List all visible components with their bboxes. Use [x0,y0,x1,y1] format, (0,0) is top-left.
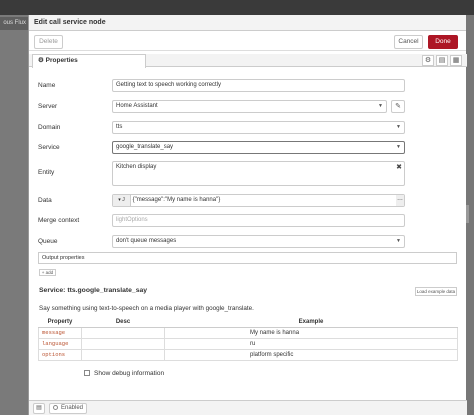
toggle-icon [52,404,58,410]
gear-icon[interactable]: ⚙ [422,55,434,66]
service-value: google_translate_say [116,144,174,150]
queue-value: don't queue messages [116,238,177,244]
debug-label: Show debug information [94,370,165,377]
merge-context-label: Merge context [38,217,80,224]
example-cell: My name is hanna [164,326,458,339]
chevron-down-icon: ▼ [378,103,383,109]
service-title: Service: tts.google_translate_say [39,287,148,294]
menu-button[interactable]: ▤ [33,403,45,414]
debug-checkbox[interactable] [84,370,90,377]
property-cell: language [38,337,82,350]
app-header [0,0,474,15]
table-row: options platform specific [38,348,458,361]
server-value: Home Assistant [116,103,158,109]
data-value: {"message":"My name is hanna"} [132,197,221,203]
workspace-background [0,15,28,415]
delete-button[interactable]: Delete [34,35,63,49]
data-label: Data [38,197,52,204]
type-select-icon[interactable]: ▾ J [113,195,131,206]
desc-cell [81,326,165,339]
dialog-toolbar: Delete Cancel Done [29,31,466,51]
entity-label: Entity [38,169,55,176]
dialog-footer: ▤ Enabled [29,400,467,415]
domain-select[interactable]: tts ▼ [112,121,405,134]
layout-icon[interactable]: ▦ [450,55,462,66]
properties-panel: Name Getting text to speech working corr… [29,69,467,382]
service-label: Service [38,144,60,151]
property-cell: message [38,326,82,339]
property-cell: options [38,348,82,361]
column-header: Example [164,317,458,328]
pencil-icon: ✎ [395,103,401,110]
server-label: Server [38,103,58,110]
debug-option[interactable]: Show debug information [84,370,164,377]
chevron-down-icon: ▼ [396,238,401,244]
menu-icon: ▤ [36,405,42,411]
merge-context-field[interactable]: lightOptions [112,214,405,227]
edit-node-dialog: Edit call service node Delete Cancel Don… [28,15,467,415]
dialog-title: Edit call service node [29,15,466,31]
table-row: message My name is hanna [38,326,458,339]
tab-bar: ⚙ Properties ⚙ ▤ ▦ [29,54,467,68]
expand-icon[interactable]: … [396,195,404,206]
service-table: Property Desc Example message My name is… [38,317,458,361]
domain-label: Domain [38,124,61,131]
close-icon[interactable]: ✖ [396,162,402,173]
queue-label: Queue [38,238,58,245]
entity-tag: Kitchen display [116,164,157,170]
queue-select[interactable]: don't queue messages ▼ [112,235,405,248]
workspace-tab[interactable]: ous Flux [0,17,28,30]
chevron-down-icon: ▼ [396,144,401,150]
load-example-button[interactable]: Load example data [415,287,457,296]
done-button[interactable]: Done [428,35,458,49]
chevron-down-icon: ▼ [396,124,401,130]
enabled-label: Enabled [60,405,84,411]
cancel-button[interactable]: Cancel [394,35,423,49]
output-properties-list[interactable]: Output properties [38,252,457,264]
tab-properties-label: Properties [45,57,78,64]
service-select[interactable]: google_translate_say ▼ [112,141,405,154]
column-header: Property [38,317,82,328]
entity-field[interactable]: Kitchen display ✖ [112,161,405,186]
data-field[interactable]: ▾ J {"message":"My name is hanna"} … [112,194,405,207]
add-button[interactable]: + add [39,269,56,276]
desc-cell [81,337,165,350]
document-icon[interactable]: ▤ [436,55,448,66]
gear-icon: ⚙ [38,57,44,64]
column-header: Desc [81,317,165,328]
desc-cell [81,348,165,361]
service-description: Say something using text-to-speech on a … [39,305,254,312]
server-select[interactable]: Home Assistant ▼ [112,100,387,113]
tab-properties[interactable]: ⚙ Properties [32,54,146,68]
edit-server-button[interactable]: ✎ [391,100,405,113]
enabled-toggle[interactable]: Enabled [49,403,87,414]
name-field[interactable]: Getting text to speech working correctly [112,79,405,92]
domain-value: tts [116,124,123,130]
table-row: language ru [38,337,458,350]
name-label: Name [38,82,56,89]
example-cell: ru [164,337,458,350]
example-cell: platform specific [164,348,458,361]
